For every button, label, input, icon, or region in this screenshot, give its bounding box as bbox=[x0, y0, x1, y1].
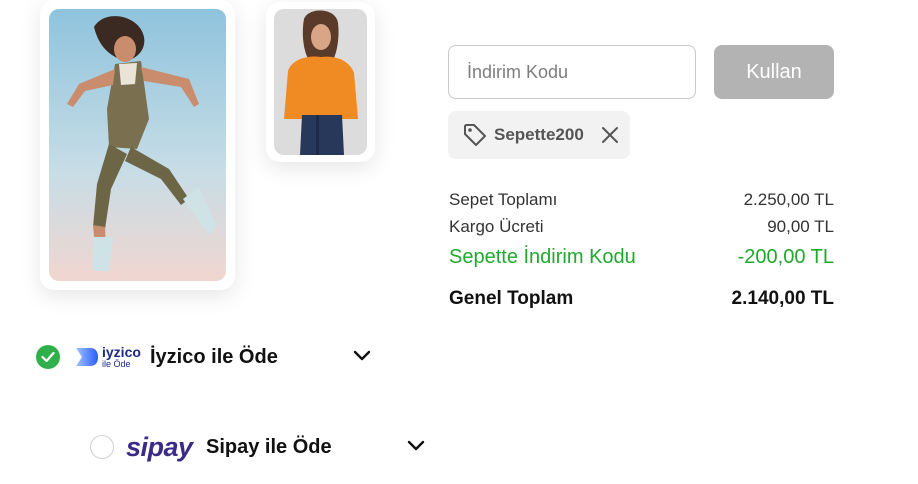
summary-row-subtotal: Sepet Toplamı 2.250,00 TL bbox=[449, 190, 834, 210]
payment-option-sipay[interactable]: sipay Sipay ile Öde bbox=[90, 430, 426, 464]
product-image-jumping-woman bbox=[49, 9, 226, 281]
summary-value: 90,00 TL bbox=[767, 217, 834, 236]
chevron-down-icon[interactable] bbox=[352, 348, 372, 364]
payment-option-iyzico[interactable]: iyzico ile Öde İyzico ile Öde bbox=[36, 340, 372, 374]
chevron-down-icon[interactable] bbox=[406, 438, 426, 454]
tag-icon bbox=[464, 124, 486, 146]
sipay-logo: sipay bbox=[126, 431, 193, 462]
discount-code-input[interactable] bbox=[448, 45, 696, 99]
summary-row-total: Genel Toplam 2.140,00 TL bbox=[449, 288, 834, 310]
applied-coupon-chip: Sepette200 bbox=[448, 111, 630, 159]
total-value: 2.140,00 TL bbox=[731, 288, 834, 309]
radio-unselected[interactable] bbox=[90, 435, 114, 459]
summary-value: 2.250,00 TL bbox=[743, 190, 834, 209]
product-card-1[interactable] bbox=[40, 0, 235, 290]
radio-selected[interactable] bbox=[36, 345, 60, 369]
iyzico-logo-subtext: ile Öde bbox=[102, 359, 131, 369]
product-card-2[interactable] bbox=[266, 2, 375, 162]
payment-option-label: Sipay ile Öde bbox=[206, 435, 332, 458]
summary-row-shipping: Kargo Ücreti 90,00 TL bbox=[449, 217, 834, 237]
summary-label: Sepet Toplamı bbox=[449, 190, 558, 209]
payment-option-label: İyzico ile Öde bbox=[150, 345, 278, 368]
close-icon[interactable] bbox=[600, 125, 620, 145]
summary-label: Sepette İndirim Kodu bbox=[449, 246, 636, 268]
summary-value: -200,00 TL bbox=[737, 246, 834, 268]
total-label: Genel Toplam bbox=[449, 288, 574, 309]
applied-coupon-code: Sepette200 bbox=[494, 125, 584, 144]
summary-label: Kargo Ücreti bbox=[449, 217, 544, 236]
check-icon bbox=[41, 351, 55, 363]
apply-code-button[interactable]: Kullan bbox=[714, 45, 834, 99]
iyzico-logo-text: iyzico bbox=[102, 344, 141, 360]
product-image-woman-orange-sweater bbox=[274, 9, 367, 155]
iyzico-logo: iyzico ile Öde bbox=[74, 345, 142, 369]
summary-row-discount: Sepette İndirim Kodu -200,00 TL bbox=[449, 246, 834, 269]
iyzico-logo-mark-icon bbox=[76, 348, 98, 366]
